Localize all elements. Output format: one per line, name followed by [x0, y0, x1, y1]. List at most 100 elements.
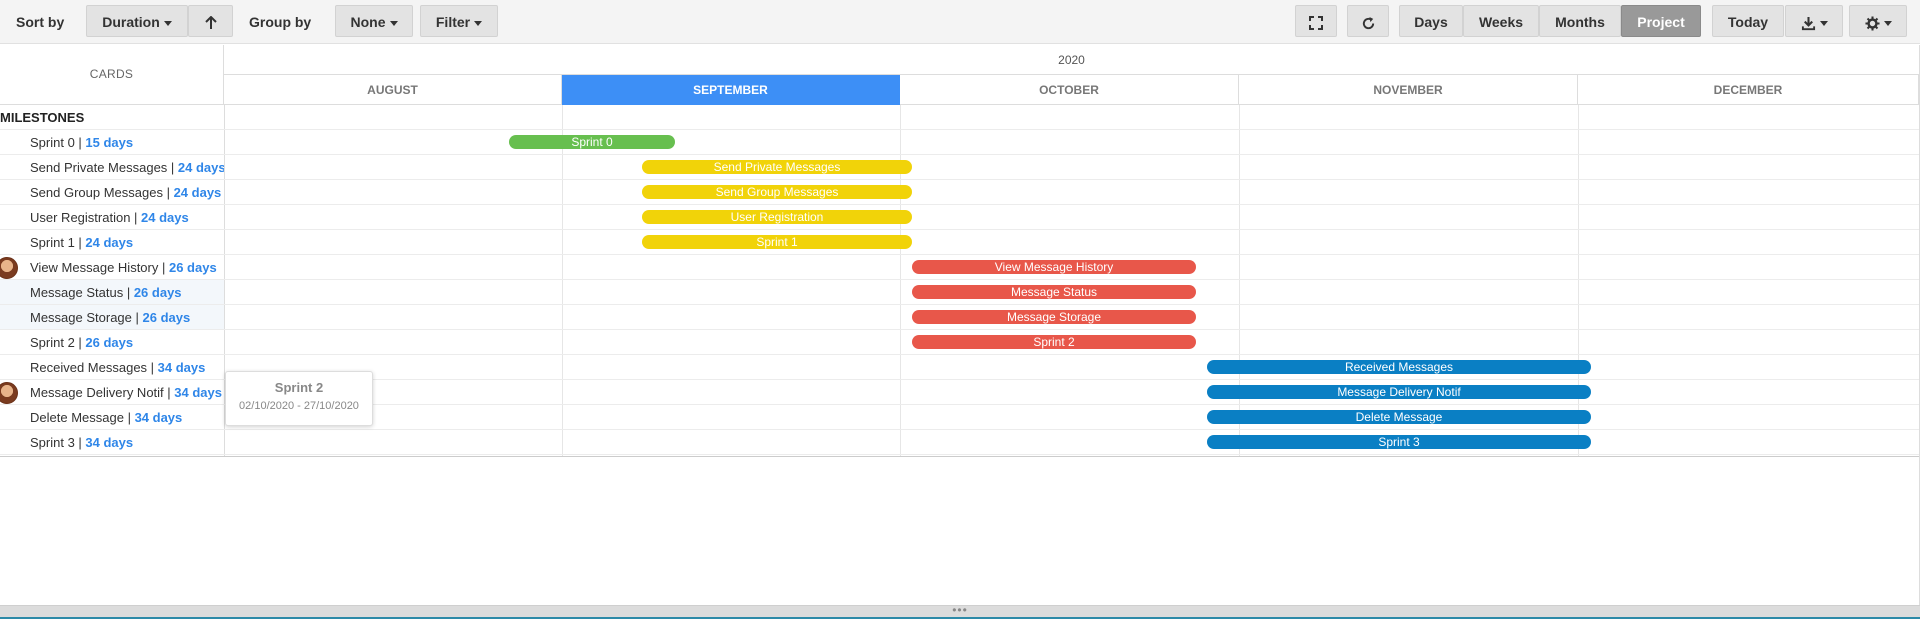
chevron-down-icon: [474, 20, 483, 26]
card-duration: 26 days: [133, 285, 182, 300]
card-label[interactable]: Received Messages | 34 days: [30, 355, 224, 380]
label-separator: |: [158, 260, 169, 275]
card-duration: 15 days: [85, 135, 134, 150]
card-label[interactable]: Sprint 3 | 34 days: [30, 430, 224, 455]
card-label[interactable]: View Message History | 26 days: [30, 255, 224, 280]
label-separator: |: [74, 135, 86, 150]
card-label[interactable]: Send Group Messages | 24 days: [30, 180, 224, 205]
gantt-bar[interactable]: Sprint 2: [912, 335, 1196, 349]
fullscreen-button[interactable]: [1295, 5, 1337, 37]
gantt-bar[interactable]: Sprint 0: [509, 135, 675, 149]
label-separator: |: [131, 310, 143, 325]
card-name: Sprint 2: [30, 335, 75, 350]
card-name: Sprint 1: [30, 235, 75, 250]
month-header-december: DECEMBER: [1578, 75, 1919, 105]
gantt-bar[interactable]: Delete Message: [1207, 410, 1591, 424]
sort-field-dropdown[interactable]: Duration: [86, 5, 188, 37]
card-label[interactable]: Sprint 0 | 15 days: [30, 130, 224, 155]
card-duration: 24 days: [173, 185, 222, 200]
label-separator: |: [74, 435, 86, 450]
splitter-accent-line: [0, 617, 1920, 619]
card-row[interactable]: View Message History | 26 days View Messa…: [0, 255, 1919, 280]
gantt-bar[interactable]: View Message History: [912, 260, 1196, 274]
card-duration: 26 days: [168, 260, 217, 275]
card-name: User Registration: [30, 210, 131, 225]
month-header-august: AUGUST: [224, 75, 562, 105]
gantt-bar[interactable]: Send Private Messages: [642, 160, 912, 174]
card-row[interactable]: Send Private Messages | 24 days Send Priv…: [0, 155, 1919, 180]
label-separator: |: [123, 285, 134, 300]
gantt-bar[interactable]: Message Delivery Notif: [1207, 385, 1591, 399]
filter-dropdown[interactable]: Filter: [420, 5, 498, 37]
group-by-dropdown[interactable]: None: [335, 5, 413, 37]
label-separator: |: [74, 335, 86, 350]
card-row[interactable]: Sprint 3 | 34 days Sprint 3: [0, 430, 1919, 455]
card-name: Delete Message: [30, 410, 124, 425]
group-row-milestones[interactable]: MILESTONES: [0, 105, 1919, 130]
card-label[interactable]: Sprint 1 | 24 days: [30, 230, 224, 255]
card-duration: 24 days: [85, 235, 134, 250]
card-name: Sprint 0: [30, 135, 75, 150]
label-separator: |: [162, 185, 174, 200]
gantt-bar[interactable]: Send Group Messages: [642, 185, 912, 199]
cards-column-header: CARDS: [0, 45, 224, 105]
card-label[interactable]: User Registration | 24 days: [30, 205, 224, 230]
card-row[interactable]: User Registration | 24 days User Registra…: [0, 205, 1919, 230]
card-duration: 34 days: [174, 385, 222, 400]
sort-field-value: Duration: [102, 14, 160, 30]
card-duration: 24 days: [141, 210, 189, 225]
chevron-down-icon: [163, 20, 172, 26]
card-row[interactable]: Message Storage | 26 days Message Storage: [0, 305, 1919, 330]
fullscreen-icon: [1309, 16, 1323, 31]
gantt-bar[interactable]: Message Storage: [912, 310, 1196, 324]
card-label[interactable]: Send Private Messages | 24 days: [30, 155, 224, 180]
card-name: Message Status: [30, 285, 124, 300]
card-row[interactable]: Sprint 1 | 24 days Sprint 1: [0, 230, 1919, 255]
drag-handle-icon: •••: [952, 603, 968, 617]
card-row[interactable]: Sprint 0 | 15 days Sprint 0: [0, 130, 1919, 155]
view-days-button[interactable]: Days: [1399, 5, 1463, 37]
export-dropdown[interactable]: [1785, 5, 1843, 37]
card-duration: 26 days: [142, 310, 191, 325]
gantt-bar[interactable]: Sprint 3: [1207, 435, 1591, 449]
card-label[interactable]: Message Storage | 26 days: [30, 305, 224, 330]
card-duration: 26 days: [85, 335, 134, 350]
card-label[interactable]: Message Status | 26 days: [30, 280, 224, 305]
card-label[interactable]: Delete Message | 34 days: [30, 405, 224, 430]
card-label[interactable]: Message Delivery Notif | 34 days: [30, 380, 224, 405]
gantt-bar[interactable]: Message Status: [912, 285, 1196, 299]
card-name: View Message History: [30, 260, 159, 275]
card-row[interactable]: Send Group Messages | 24 days Send Group …: [0, 180, 1919, 205]
card-name: Sprint 3: [30, 435, 75, 450]
card-label[interactable]: Sprint 2 | 26 days: [30, 330, 224, 355]
chevron-down-icon: [1819, 20, 1828, 26]
card-row[interactable]: Sprint 2 | 26 days Sprint 2: [0, 330, 1919, 355]
sort-by-label: Sort by: [16, 14, 65, 30]
gantt-bar[interactable]: Sprint 1: [642, 235, 912, 249]
gantt-bar[interactable]: User Registration: [642, 210, 912, 224]
view-months-button[interactable]: Months: [1539, 5, 1621, 37]
tooltip-dates: 02/10/2020 - 27/10/2020: [239, 400, 359, 412]
year-header: 2020: [224, 45, 1919, 75]
group-by-label: Group by: [249, 14, 312, 30]
label-separator: |: [167, 160, 178, 175]
label-separator: |: [163, 385, 175, 400]
card-row[interactable]: Message Status | 26 days Message Status: [0, 280, 1919, 305]
chevron-down-icon: [389, 20, 398, 26]
chevron-down-icon: [1883, 20, 1892, 26]
settings-dropdown[interactable]: [1849, 5, 1907, 37]
refresh-button[interactable]: [1347, 5, 1389, 37]
gantt-bar[interactable]: Received Messages: [1207, 360, 1591, 374]
sort-direction-button[interactable]: [188, 5, 233, 37]
card-duration: 34 days: [134, 410, 183, 425]
panel-splitter[interactable]: •••: [0, 603, 1920, 617]
view-project-button[interactable]: Project: [1621, 5, 1701, 37]
view-weeks-button[interactable]: Weeks: [1463, 5, 1539, 37]
group-label: MILESTONES: [0, 110, 85, 125]
today-button[interactable]: Today: [1712, 5, 1784, 37]
month-header-september: SEPTEMBER: [562, 75, 900, 105]
card-duration: 34 days: [157, 360, 206, 375]
card-name: Send Private Messages: [30, 160, 168, 175]
card-name: Message Storage: [30, 310, 132, 325]
label-separator: |: [147, 360, 158, 375]
